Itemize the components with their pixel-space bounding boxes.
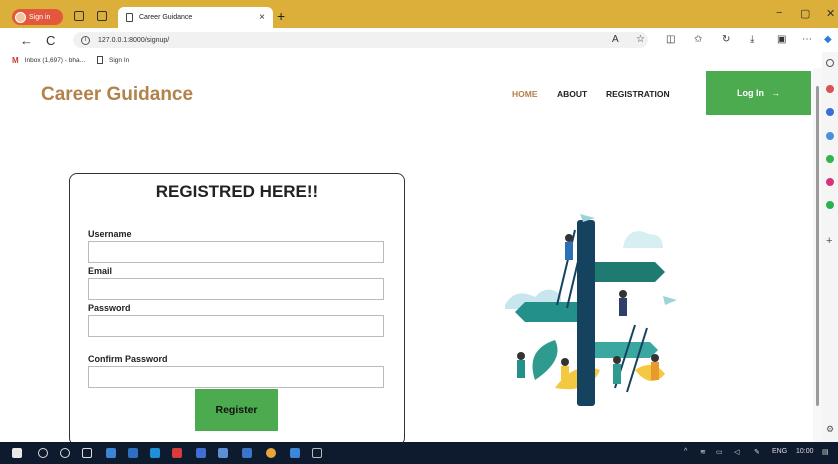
bookmarks-bar: M Inbox (1,697) - bha... Sign In — [0, 52, 838, 68]
clock[interactable]: 10:00 — [796, 448, 814, 455]
notifications-icon[interactable]: ▤ — [822, 448, 829, 456]
page-icon — [126, 13, 133, 22]
language-indicator[interactable]: ENG — [772, 448, 787, 455]
avatar-icon — [15, 11, 26, 23]
copilot-icon[interactable]: ◆ — [824, 34, 832, 45]
bookmark-sign-in[interactable]: Sign In — [109, 57, 129, 64]
minimize-button[interactable]: − — [776, 7, 782, 19]
site-info-icon[interactable]: i — [81, 35, 90, 45]
app-icon-red[interactable] — [172, 448, 182, 458]
confirm-password-input[interactable] — [88, 366, 384, 388]
maximize-button[interactable]: ▢ — [800, 7, 810, 20]
browser-tab-bar: Sign in Career Guidance × + − ▢ ✕ — [0, 0, 838, 28]
nav-about[interactable]: ABOUT — [557, 89, 587, 99]
career-signpost-illustration — [505, 214, 677, 406]
login-label: Log In — [737, 88, 764, 98]
add-sidebar-app-icon[interactable]: + — [826, 235, 832, 247]
edge-sidebar: + ⚙ — [822, 52, 838, 442]
pen-icon[interactable]: ✎ — [754, 448, 760, 456]
scrollbar-thumb[interactable] — [816, 86, 819, 406]
volume-icon[interactable]: ◁ — [734, 448, 739, 456]
games-icon[interactable] — [826, 132, 834, 140]
instagram-icon[interactable] — [826, 178, 834, 186]
password-label: Password — [88, 303, 131, 313]
favorite-star-icon[interactable]: ☆ — [636, 34, 645, 45]
confirm-password-label: Confirm Password — [88, 354, 168, 364]
tab-career-guidance[interactable]: Career Guidance × — [118, 7, 273, 28]
register-button[interactable]: Register — [195, 389, 278, 431]
nav-registration[interactable]: REGISTRATION — [606, 89, 670, 99]
page-scrollbar[interactable] — [813, 68, 822, 442]
screenshot-icon[interactable]: ▣ — [777, 34, 786, 45]
new-tab-button[interactable]: + — [277, 8, 285, 24]
spotify-icon[interactable] — [826, 201, 834, 209]
tools-icon[interactable] — [826, 108, 834, 116]
tab-close-icon[interactable]: × — [259, 12, 265, 23]
tray-chevron-icon[interactable]: ^ — [684, 448, 687, 455]
edge-icon[interactable] — [150, 448, 160, 458]
shopping-icon[interactable] — [826, 85, 834, 93]
battery-icon[interactable]: ▭ — [716, 448, 723, 456]
password-input[interactable] — [88, 315, 384, 337]
nav-home[interactable]: HOME — [512, 89, 538, 99]
sidebar-settings-icon[interactable]: ⚙ — [826, 424, 834, 435]
history-icon[interactable]: ↻ — [722, 34, 730, 45]
gmail-icon: M — [12, 55, 19, 65]
reload-button[interactable]: C — [46, 33, 55, 48]
read-aloud-icon[interactable]: A — [612, 34, 619, 45]
close-window-button[interactable]: ✕ — [826, 7, 835, 20]
app-icon-word[interactable] — [242, 448, 252, 458]
form-title: REGISTRED HERE!! — [155, 182, 319, 201]
address-toolbar: ← C i 127.0.0.1:8000/signup/ A ☆ ◫ ✩ ↻ ⤓… — [0, 28, 838, 52]
url-bar[interactable]: i 127.0.0.1:8000/signup/ — [73, 32, 648, 48]
login-button[interactable]: Log In → — [706, 71, 811, 115]
workspaces-icon[interactable] — [74, 11, 84, 21]
bookmark-inbox[interactable]: Inbox (1,697) - bha... — [25, 57, 85, 64]
chrome-icon[interactable] — [266, 448, 276, 458]
profile-button[interactable]: Sign in — [12, 9, 63, 25]
app-icon-blue[interactable] — [196, 448, 206, 458]
file-explorer-icon[interactable] — [106, 448, 116, 458]
arrow-right-icon: → — [771, 88, 780, 98]
username-input[interactable] — [88, 241, 384, 263]
split-screen-icon[interactable]: ◫ — [666, 34, 675, 45]
start-icon[interactable] — [12, 448, 22, 458]
network-icon[interactable]: ≋ — [700, 448, 706, 456]
whatsapp-icon[interactable] — [826, 155, 834, 163]
downloads-icon[interactable]: ⤓ — [750, 34, 754, 45]
app-icon-outline[interactable] — [312, 448, 322, 458]
favorites-icon[interactable]: ✩ — [694, 34, 702, 45]
email-label: Email — [88, 266, 113, 276]
search-icon[interactable] — [826, 59, 834, 67]
vscode-icon[interactable] — [290, 448, 300, 458]
cortana-icon[interactable] — [60, 448, 70, 458]
url-text: 127.0.0.1:8000/signup/ — [98, 36, 170, 44]
more-options-icon[interactable]: ⋯ — [802, 34, 812, 45]
app-icon-lightblue[interactable] — [218, 448, 228, 458]
store-icon[interactable] — [128, 448, 138, 458]
profile-label: Sign in — [29, 13, 51, 21]
site-brand[interactable]: Career Guidance — [41, 84, 193, 106]
tab-title: Career Guidance — [139, 14, 193, 21]
email-input[interactable] — [88, 278, 384, 300]
windows-taskbar: ^ ≋ ▭ ◁ ✎ ENG 10:00 ▤ — [0, 442, 838, 464]
task-view-icon[interactable] — [82, 448, 92, 458]
back-button[interactable]: ← — [20, 33, 33, 48]
username-label: Username — [88, 229, 132, 239]
search-icon[interactable] — [38, 448, 48, 458]
page-icon — [97, 56, 104, 64]
tab-actions-icon[interactable] — [97, 11, 107, 21]
